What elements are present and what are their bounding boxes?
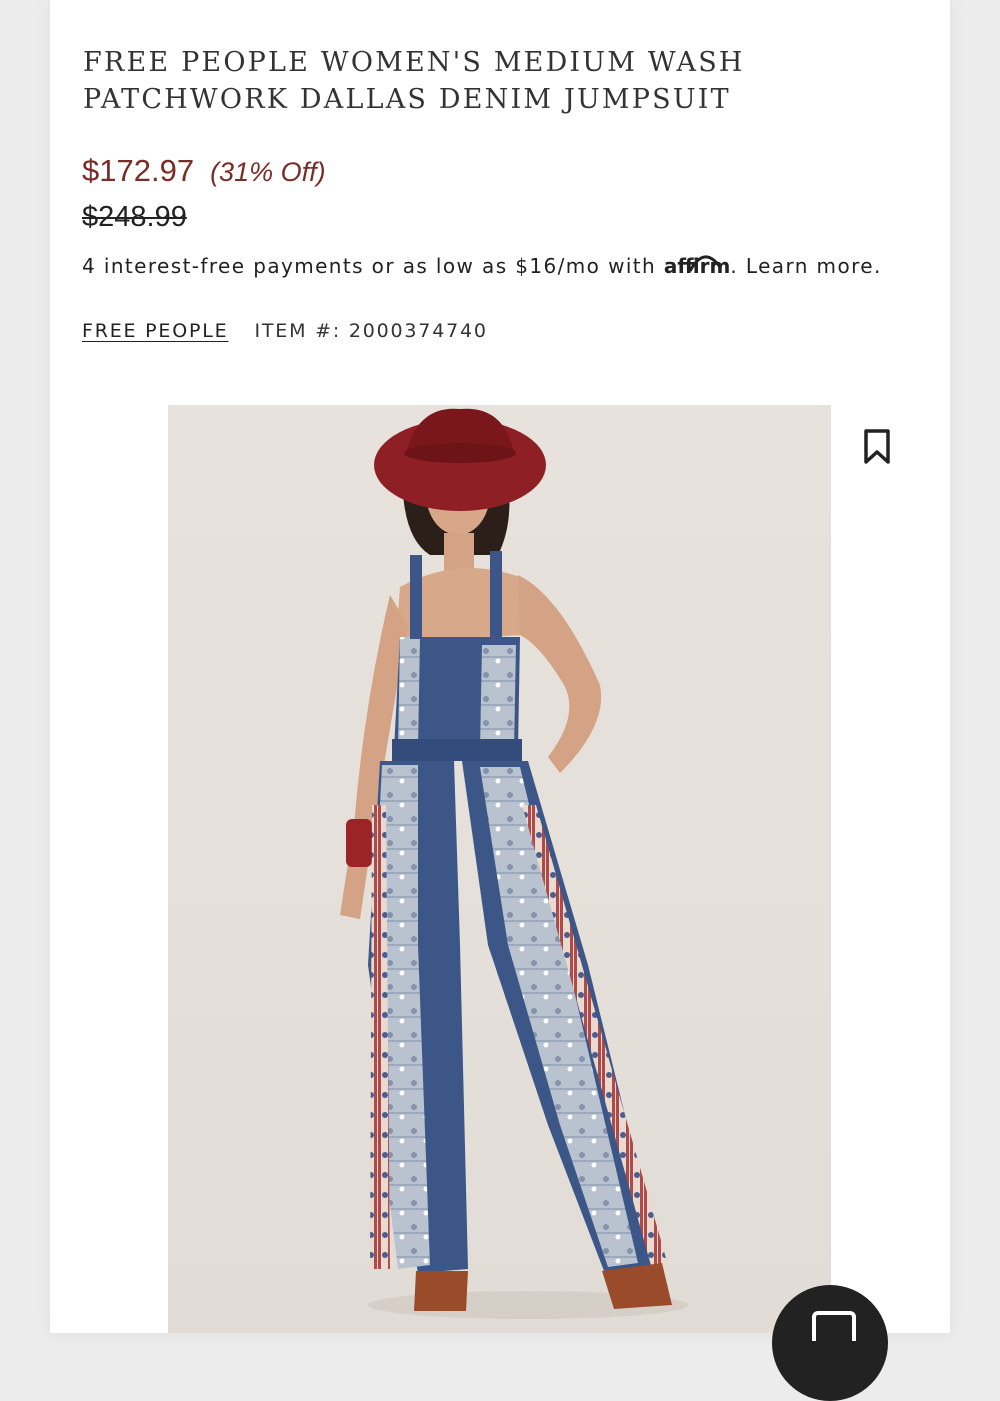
model-photo <box>340 408 688 1319</box>
price-row: $172.97 (31% Off) <box>82 153 326 189</box>
chat-button[interactable] <box>772 1285 888 1401</box>
learn-more-link[interactable]: . Learn more. <box>730 254 881 278</box>
original-price: $248.99 <box>82 201 187 233</box>
discount-label: (31% Off) <box>210 157 326 187</box>
item-number: ITEM #: 2000374740 <box>254 320 488 342</box>
affirm-logo: affirm <box>663 254 731 278</box>
title-line-1: FREE PEOPLE WOMEN'S MEDIUM WASH <box>83 47 745 78</box>
sale-price: $172.97 <box>82 153 195 188</box>
title-line-2: PATCHWORK DALLAS DENIM JUMPSUIT <box>83 84 731 115</box>
product-page: FREE PEOPLE WOMEN'S MEDIUM WASH PATCHWOR… <box>50 0 950 1401</box>
bookmark-icon[interactable] <box>862 428 892 466</box>
product-title: FREE PEOPLE WOMEN'S MEDIUM WASH PATCHWOR… <box>83 44 883 118</box>
product-meta: FREE PEOPLE ITEM #: 2000374740 <box>82 320 488 342</box>
financing-info: 4 interest-free payments or as low as $1… <box>82 254 882 278</box>
chat-icon <box>812 1311 856 1341</box>
financing-text: 4 interest-free payments or as low as $1… <box>82 254 657 278</box>
brand-link[interactable]: FREE PEOPLE <box>82 320 228 342</box>
product-image[interactable] <box>168 405 831 1333</box>
